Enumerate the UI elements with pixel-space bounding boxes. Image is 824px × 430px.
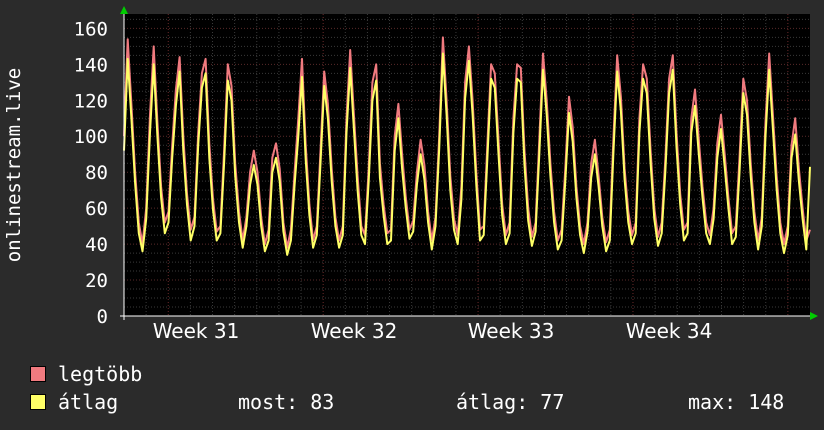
legend: legtöbb átlag most: 83 átlag: 77 max: 14… (30, 362, 820, 422)
y-axis-label: onlinestream.live (3, 68, 25, 262)
y-tick-label: 140 (74, 54, 108, 76)
legend-swatch-max (30, 365, 46, 382)
y-tick-label: 100 (74, 126, 108, 148)
legend-item-avg: átlag most: 83 átlag: 77 max: 148 (30, 390, 820, 414)
y-tick-label: 0 (97, 306, 108, 328)
legend-swatch-avg (30, 393, 46, 410)
legend-item-max: legtöbb (30, 362, 142, 386)
stat-current: most: 83 (238, 390, 335, 414)
stat-average: átlag: 77 (456, 390, 565, 414)
y-axis-arrow-icon (120, 6, 128, 14)
y-tick-label: 160 (74, 18, 108, 40)
x-tick-label: Week 32 (311, 319, 398, 343)
legend-label-avg: átlag (58, 390, 119, 414)
x-tick-label: Week 31 (153, 319, 240, 343)
y-tick-label: 60 (85, 198, 108, 220)
y-tick-label: 20 (85, 270, 108, 292)
y-tick-label: 120 (74, 90, 108, 112)
stat-maximum: max: 148 (688, 390, 785, 414)
y-tick-label: 40 (85, 234, 108, 256)
y-tick-label: 80 (85, 162, 108, 184)
legend-label-max: legtöbb (58, 362, 143, 386)
x-axis-arrow-icon (810, 312, 818, 320)
x-tick-label: Week 34 (626, 319, 713, 343)
x-tick-label: Week 33 (468, 319, 555, 343)
y-tick-labels: 0 20 40 60 80 100 120 140 160 (74, 18, 108, 328)
x-tick-labels: Week 31 Week 32 Week 33 Week 34 (153, 319, 713, 343)
